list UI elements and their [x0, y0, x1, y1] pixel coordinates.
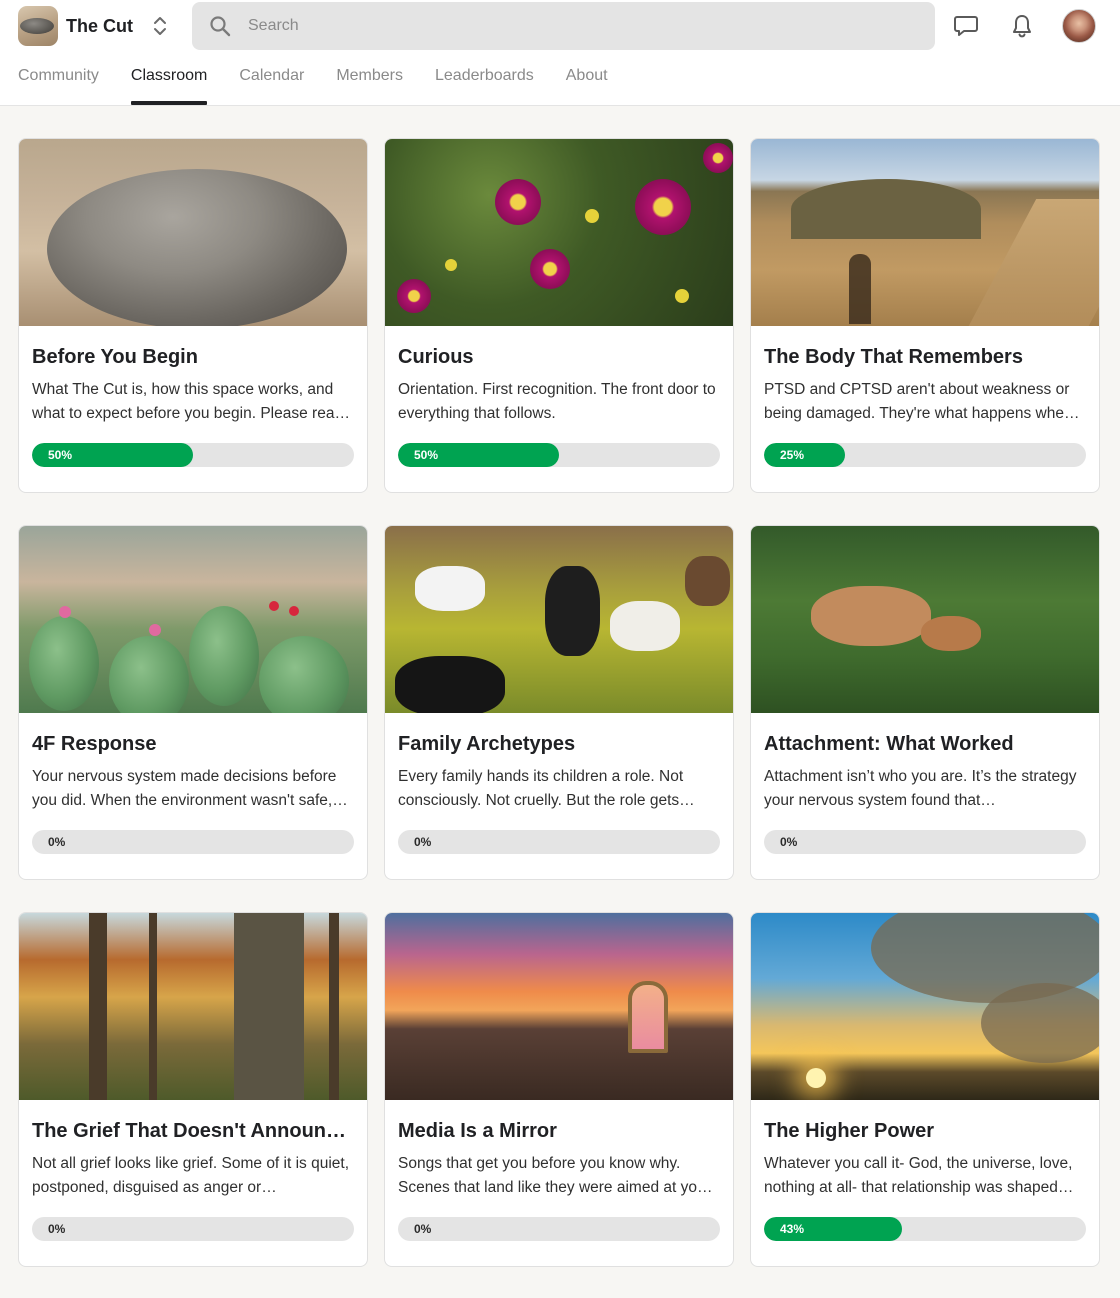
- course-description: Attachment isn’t who you are. It’s the s…: [764, 768, 1077, 809]
- course-title: Curious: [398, 346, 474, 368]
- community-switcher-chevron-icon[interactable]: [150, 14, 170, 38]
- top-bar: The Cut Community Classroom Calendar Mem…: [0, 0, 1120, 106]
- course-card[interactable]: Family Archetypes Every family hands its…: [384, 525, 734, 880]
- course-description: Orientation. First recognition. The fron…: [398, 381, 716, 422]
- course-card[interactable]: Attachment: What Worked Attachment isn’t…: [750, 525, 1100, 880]
- course-progress-bar: 0%: [764, 830, 1086, 854]
- progress-percent: 25%: [780, 448, 805, 462]
- tab-about[interactable]: About: [566, 60, 608, 105]
- course-description: Every family hands its children a role. …: [398, 768, 695, 809]
- progress-percent: 50%: [414, 448, 439, 462]
- progress-percent: 0%: [780, 835, 798, 849]
- course-thumbnail[interactable]: [385, 139, 733, 326]
- course-thumbnail[interactable]: [751, 913, 1099, 1100]
- course-progress-bar: 43%: [764, 1217, 1086, 1241]
- bell-icon[interactable]: [1007, 11, 1037, 41]
- course-progress-bar: 0%: [32, 830, 354, 854]
- course-progress-bar: 0%: [398, 1217, 720, 1241]
- search-bar[interactable]: [192, 2, 935, 50]
- course-title: Attachment: What Worked: [764, 733, 1014, 755]
- course-description: Songs that get you before you know why. …: [398, 1155, 713, 1196]
- course-progress-bar: 50%: [32, 443, 354, 467]
- tab-members[interactable]: Members: [336, 60, 403, 105]
- course-description: Not all grief looks like grief. Some of …: [32, 1155, 350, 1196]
- course-title: The Body That Remembers: [764, 346, 1023, 368]
- course-progress-bar: 25%: [764, 443, 1086, 467]
- course-progress-bar: 0%: [32, 1217, 354, 1241]
- course-card[interactable]: The Higher Power Whatever you call it- G…: [750, 912, 1100, 1267]
- course-title: The Grief That Doesn't Announce I…: [32, 1120, 354, 1142]
- course-card[interactable]: The Body That Remembers PTSD and CPTSD a…: [750, 138, 1100, 493]
- tab-leaderboards[interactable]: Leaderboards: [435, 60, 534, 105]
- course-card[interactable]: Curious Orientation. First recognition. …: [384, 138, 734, 493]
- chat-icon[interactable]: [951, 11, 981, 41]
- course-progress-bar: 0%: [398, 830, 720, 854]
- course-thumbnail[interactable]: [751, 139, 1099, 326]
- course-thumbnail[interactable]: [19, 913, 367, 1100]
- search-icon: [209, 15, 231, 37]
- progress-percent: 50%: [48, 448, 73, 462]
- search-input[interactable]: [248, 17, 848, 35]
- community-logo[interactable]: [18, 6, 58, 46]
- course-card[interactable]: The Grief That Doesn't Announce I… Not a…: [18, 912, 368, 1267]
- course-card[interactable]: 4F Response Your nervous system made dec…: [18, 525, 368, 880]
- course-thumbnail[interactable]: [19, 526, 367, 713]
- progress-percent: 0%: [414, 1222, 432, 1236]
- course-description: What The Cut is, how this space works, a…: [32, 381, 350, 422]
- course-title: Media Is a Mirror: [398, 1120, 557, 1142]
- course-card[interactable]: Media Is a Mirror Songs that get you bef…: [384, 912, 734, 1267]
- course-description: Your nervous system made decisions befor…: [32, 768, 348, 809]
- course-thumbnail[interactable]: [19, 139, 367, 326]
- user-avatar[interactable]: [1062, 9, 1096, 43]
- nav-tabs: Community Classroom Calendar Members Lea…: [18, 60, 640, 106]
- tab-classroom[interactable]: Classroom: [130, 60, 208, 105]
- progress-percent: 0%: [48, 1222, 66, 1236]
- tab-community[interactable]: Community: [18, 60, 99, 105]
- course-thumbnail[interactable]: [385, 913, 733, 1100]
- progress-percent: 0%: [48, 835, 66, 849]
- tab-calendar[interactable]: Calendar: [239, 60, 304, 105]
- course-thumbnail[interactable]: [751, 526, 1099, 713]
- course-description: PTSD and CPTSD aren't about weakness or …: [764, 381, 1080, 422]
- course-description: Whatever you call it- God, the universe,…: [764, 1155, 1074, 1196]
- community-brand[interactable]: The Cut: [18, 6, 133, 46]
- course-title: 4F Response: [32, 733, 157, 755]
- course-title: Before You Begin: [32, 346, 198, 368]
- course-title: The Higher Power: [764, 1120, 935, 1142]
- progress-percent: 0%: [414, 835, 432, 849]
- course-title: Family Archetypes: [398, 733, 576, 755]
- course-progress-bar: 50%: [398, 443, 720, 467]
- course-card[interactable]: Before You Begin What The Cut is, how th…: [18, 138, 368, 493]
- community-name[interactable]: The Cut: [66, 16, 133, 37]
- progress-percent: 43%: [780, 1222, 805, 1236]
- course-thumbnail[interactable]: [385, 526, 733, 713]
